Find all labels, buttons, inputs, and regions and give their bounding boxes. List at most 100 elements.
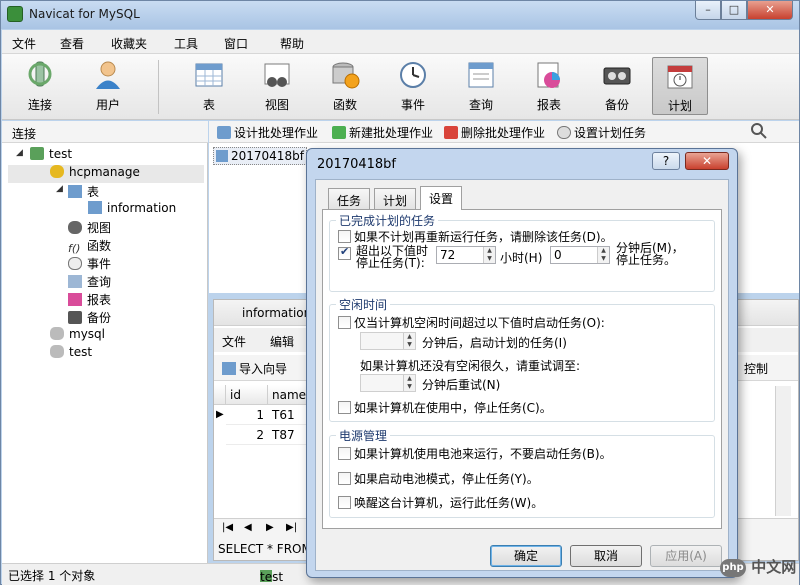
user-icon — [96, 61, 120, 89]
menu-help[interactable]: 帮助 — [280, 35, 304, 52]
idle-minutes-stepper[interactable]: ▲ ▼ — [360, 332, 416, 350]
stepper-arrows-icon[interactable]: ▲ ▼ — [483, 247, 495, 263]
batch-job-item[interactable]: 20170418bf — [213, 147, 307, 165]
close-button[interactable]: ✕ — [747, 1, 793, 20]
ok-button[interactable]: 确定 — [490, 545, 562, 567]
connect-button[interactable]: 连接 — [12, 57, 68, 115]
minutes-stepper[interactable]: 0 ▲ ▼ — [550, 246, 610, 264]
tree-db-mysql[interactable]: mysql — [50, 327, 105, 345]
connection-tree: ◢ test ◢ hcpmanage ◢ 表 information 视图 f(… — [2, 143, 208, 563]
retry-minutes-stepper[interactable]: ▲ ▼ — [360, 374, 416, 392]
tree-events[interactable]: 事件 — [68, 255, 111, 273]
tree-tables[interactable]: 表 — [68, 183, 99, 201]
dialog-title: 20170418bf — [317, 157, 396, 172]
tree-reports[interactable]: 报表 — [68, 291, 111, 309]
minimize-button[interactable]: – — [695, 1, 721, 20]
column-header-id[interactable]: id — [226, 385, 268, 405]
query-button[interactable]: 查询 — [453, 57, 509, 115]
menu-tools[interactable]: 工具 — [174, 35, 198, 52]
stepper-arrows-icon[interactable]: ▲ ▼ — [597, 247, 609, 263]
battery-no-start-option[interactable]: 如果计算机使用电池来运行，不要启动任务(B)。 — [338, 445, 612, 462]
menu-view[interactable]: 查看 — [60, 35, 84, 52]
import-icon — [222, 362, 236, 375]
subwindow-menu-edit[interactable]: 编辑 — [270, 333, 294, 350]
subwindow-menu-file[interactable]: 文件 — [222, 333, 246, 350]
delete-task-option[interactable]: 如果不计划再重新运行任务，请删除该任务(D)。 — [338, 228, 613, 245]
settings-panel: 已完成计划的任务 如果不计划再重新运行任务，请删除该任务(D)。 超出以下值时停… — [322, 209, 722, 529]
tree-backups[interactable]: 备份 — [68, 309, 111, 327]
tab-schedule[interactable]: 计划 — [374, 188, 417, 209]
event-icon — [68, 257, 82, 270]
delete-batch-job-button[interactable]: 删除批处理作业 — [444, 124, 545, 141]
stop-if-busy-option[interactable]: 如果计算机在使用中，停止任务(C)。 — [338, 399, 552, 416]
schedule-button[interactable]: 计划 — [652, 57, 708, 115]
tab-task[interactable]: 任务 — [328, 188, 371, 209]
retry-prompt-label: 如果计算机还没有空闲很久，请重试调至: — [360, 359, 581, 373]
stop-task-option[interactable] — [338, 245, 354, 261]
report-button[interactable]: 报表 — [521, 57, 577, 115]
menu-window[interactable]: 窗口 — [224, 35, 248, 52]
table-cell[interactable]: 1 — [226, 405, 268, 425]
hours-stepper[interactable]: 72 ▲ ▼ — [436, 246, 496, 264]
table-cell[interactable]: 2 — [226, 425, 268, 445]
battery-stop-checkbox[interactable] — [338, 472, 351, 485]
stop-task-label: 超出以下值时 停止任务(T): — [356, 244, 429, 270]
menu-bar: 文件 查看 收藏夹 工具 窗口 帮助 — [2, 30, 799, 54]
dialog-close-button[interactable]: ✕ — [685, 152, 729, 170]
table-button[interactable]: 表 — [181, 57, 237, 115]
event-label: 事件 — [400, 98, 425, 112]
menu-file[interactable]: 文件 — [12, 35, 36, 52]
backup-button[interactable]: 备份 — [589, 57, 645, 115]
backup-icon — [603, 67, 631, 85]
current-row-arrow-icon: ▶ — [216, 409, 224, 420]
import-wizard-button[interactable]: 导入向导 — [222, 360, 287, 377]
wake-computer-option[interactable]: 唤醒这台计算机，运行此任务(W)。 — [338, 494, 543, 511]
database-icon — [50, 345, 64, 358]
function-icon — [332, 62, 360, 89]
delete-task-checkbox[interactable] — [338, 230, 351, 243]
query-icon — [68, 275, 82, 288]
tree-functions[interactable]: f() 函数 — [68, 237, 111, 255]
user-button[interactable]: 用户 — [80, 57, 136, 115]
maximize-button[interactable]: □ — [721, 1, 747, 20]
next-record-icon[interactable]: ▶ — [266, 522, 274, 533]
stepper-arrows-icon[interactable]: ▲ ▼ — [403, 375, 415, 391]
subwindow-right-tool[interactable]: 控制 — [744, 360, 768, 377]
set-schedule-button[interactable]: 设置计划任务 — [557, 124, 646, 141]
stepper-arrows-icon[interactable]: ▲ ▼ — [403, 333, 415, 349]
tree-db-test[interactable]: test — [50, 345, 92, 363]
function-button[interactable]: 函数 — [317, 57, 373, 115]
view-button[interactable]: 视图 — [249, 57, 305, 115]
collapse-arrow-icon[interactable]: ◢ — [16, 148, 23, 158]
new-batch-job-button[interactable]: 新建批处理作业 — [332, 124, 433, 141]
tab-settings[interactable]: 设置 — [420, 186, 463, 210]
title-bar[interactable]: Navicat for MySQL – □ ✕ — [1, 1, 799, 29]
tree-table-information[interactable]: information — [88, 201, 176, 219]
idle-only-checkbox[interactable] — [338, 316, 351, 329]
first-record-icon[interactable]: |◀ — [222, 522, 233, 533]
collapse-arrow-icon[interactable]: ◢ — [56, 184, 63, 194]
wake-computer-checkbox[interactable] — [338, 496, 351, 509]
grid-scrollbar[interactable] — [775, 386, 791, 516]
battery-stop-option[interactable]: 如果启动电池模式，停止任务(Y)。 — [338, 470, 539, 487]
apply-button[interactable]: 应用(A) — [650, 545, 722, 567]
schedule-dialog: 20170418bf ? ✕ 任务 计划 设置 已完成计划的任务 如果不计划再重… — [306, 148, 738, 578]
event-button[interactable]: 事件 — [385, 57, 441, 115]
last-record-icon[interactable]: ▶| — [286, 522, 297, 533]
design-batch-job-button[interactable]: 设计批处理作业 — [217, 124, 318, 141]
stop-task-checkbox[interactable] — [338, 245, 351, 260]
prev-record-icon[interactable]: ◀ — [244, 522, 252, 533]
idle-only-option[interactable]: 仅当计算机空闲时间超过以下值时启动任务(O): — [338, 314, 605, 331]
query-label: 查询 — [468, 98, 493, 112]
tree-queries[interactable]: 查询 — [68, 273, 111, 291]
battery-no-start-checkbox[interactable] — [338, 447, 351, 460]
cancel-button[interactable]: 取消 — [570, 545, 642, 567]
search-icon[interactable] — [751, 123, 767, 139]
menu-favorites[interactable]: 收藏夹 — [111, 35, 147, 52]
dialog-help-button[interactable]: ? — [652, 152, 680, 170]
watermark-badge: php — [720, 559, 746, 577]
tree-db-hcpmanage[interactable]: hcpmanage — [8, 165, 204, 183]
tree-views[interactable]: 视图 — [68, 219, 111, 237]
tree-connection-test[interactable]: test — [30, 147, 72, 165]
stop-if-busy-checkbox[interactable] — [338, 401, 351, 414]
